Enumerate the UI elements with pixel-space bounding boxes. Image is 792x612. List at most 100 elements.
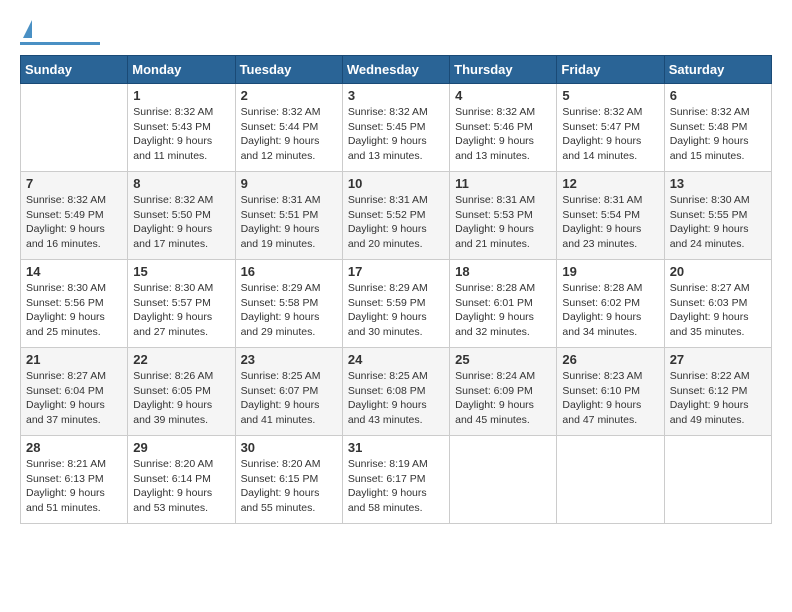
calendar-cell: 23 Sunrise: 8:25 AMSunset: 6:07 PMDayligh… [235,348,342,436]
day-number: 5 [562,88,658,103]
logo-underline [20,42,100,45]
day-number: 9 [241,176,337,191]
day-number: 8 [133,176,229,191]
day-number: 10 [348,176,444,191]
calendar-cell: 26 Sunrise: 8:23 AMSunset: 6:10 PMDayligh… [557,348,664,436]
calendar-cell: 9 Sunrise: 8:31 AMSunset: 5:51 PMDaylight… [235,172,342,260]
cell-info: Sunrise: 8:28 AMSunset: 6:01 PMDaylight:… [455,281,551,340]
calendar-cell [557,436,664,524]
calendar-week-row: 28 Sunrise: 8:21 AMSunset: 6:13 PMDayligh… [21,436,772,524]
day-number: 3 [348,88,444,103]
calendar-cell: 18 Sunrise: 8:28 AMSunset: 6:01 PMDayligh… [450,260,557,348]
day-number: 22 [133,352,229,367]
day-number: 14 [26,264,122,279]
cell-info: Sunrise: 8:25 AMSunset: 6:07 PMDaylight:… [241,369,337,428]
calendar-cell [450,436,557,524]
weekday-header-wednesday: Wednesday [342,56,449,84]
cell-info: Sunrise: 8:25 AMSunset: 6:08 PMDaylight:… [348,369,444,428]
cell-info: Sunrise: 8:31 AMSunset: 5:53 PMDaylight:… [455,193,551,252]
calendar-table: SundayMondayTuesdayWednesdayThursdayFrid… [20,55,772,524]
calendar-header-row: SundayMondayTuesdayWednesdayThursdayFrid… [21,56,772,84]
day-number: 6 [670,88,766,103]
calendar-cell: 27Sunrise: 8:22 AMSunset: 6:12 PMDayligh… [664,348,771,436]
day-number: 18 [455,264,551,279]
day-number: 11 [455,176,551,191]
calendar-week-row: 21Sunrise: 8:27 AMSunset: 6:04 PMDayligh… [21,348,772,436]
day-number: 21 [26,352,122,367]
cell-info: Sunrise: 8:32 AMSunset: 5:44 PMDaylight:… [241,105,337,164]
weekday-header-saturday: Saturday [664,56,771,84]
calendar-cell: 3 Sunrise: 8:32 AMSunset: 5:45 PMDaylight… [342,84,449,172]
calendar-cell: 10 Sunrise: 8:31 AMSunset: 5:52 PMDayligh… [342,172,449,260]
calendar-cell: 29 Sunrise: 8:20 AMSunset: 6:14 PMDayligh… [128,436,235,524]
cell-info: Sunrise: 8:29 AMSunset: 5:58 PMDaylight:… [241,281,337,340]
day-number: 23 [241,352,337,367]
calendar-cell [664,436,771,524]
day-number: 20 [670,264,766,279]
cell-info: Sunrise: 8:32 AMSunset: 5:45 PMDaylight:… [348,105,444,164]
cell-info: Sunrise: 8:31 AMSunset: 5:51 PMDaylight:… [241,193,337,252]
day-number: 28 [26,440,122,455]
cell-info: Sunrise: 8:28 AMSunset: 6:02 PMDaylight:… [562,281,658,340]
cell-info: Sunrise: 8:30 AMSunset: 5:56 PMDaylight:… [26,281,122,340]
cell-info: Sunrise: 8:27 AMSunset: 6:03 PMDaylight:… [670,281,766,340]
day-number: 16 [241,264,337,279]
calendar-cell: 20 Sunrise: 8:27 AMSunset: 6:03 PMDayligh… [664,260,771,348]
weekday-header-tuesday: Tuesday [235,56,342,84]
weekday-header-sunday: Sunday [21,56,128,84]
page-header [20,20,772,45]
day-number: 26 [562,352,658,367]
logo-triangle-icon [23,20,32,38]
cell-info: Sunrise: 8:21 AMSunset: 6:13 PMDaylight:… [26,457,122,516]
calendar-cell [21,84,128,172]
calendar-cell: 21Sunrise: 8:27 AMSunset: 6:04 PMDayligh… [21,348,128,436]
cell-info: Sunrise: 8:32 AMSunset: 5:49 PMDaylight:… [26,193,122,252]
calendar-cell: 12Sunrise: 8:31 AMSunset: 5:54 PMDayligh… [557,172,664,260]
calendar-cell: 30 Sunrise: 8:20 AMSunset: 6:15 PMDayligh… [235,436,342,524]
day-number: 30 [241,440,337,455]
calendar-cell: 2 Sunrise: 8:32 AMSunset: 5:44 PMDaylight… [235,84,342,172]
cell-info: Sunrise: 8:30 AMSunset: 5:55 PMDaylight:… [670,193,766,252]
day-number: 17 [348,264,444,279]
weekday-header-thursday: Thursday [450,56,557,84]
calendar-cell: 24 Sunrise: 8:25 AMSunset: 6:08 PMDayligh… [342,348,449,436]
day-number: 19 [562,264,658,279]
day-number: 2 [241,88,337,103]
day-number: 15 [133,264,229,279]
calendar-cell: 15Sunrise: 8:30 AMSunset: 5:57 PMDayligh… [128,260,235,348]
calendar-week-row: 14 Sunrise: 8:30 AMSunset: 5:56 PMDayligh… [21,260,772,348]
cell-info: Sunrise: 8:32 AMSunset: 5:46 PMDaylight:… [455,105,551,164]
weekday-header-friday: Friday [557,56,664,84]
day-number: 1 [133,88,229,103]
calendar-cell: 11 Sunrise: 8:31 AMSunset: 5:53 PMDayligh… [450,172,557,260]
calendar-cell: 25 Sunrise: 8:24 AMSunset: 6:09 PMDayligh… [450,348,557,436]
cell-info: Sunrise: 8:23 AMSunset: 6:10 PMDaylight:… [562,369,658,428]
day-number: 31 [348,440,444,455]
calendar-cell: 17 Sunrise: 8:29 AMSunset: 5:59 PMDayligh… [342,260,449,348]
calendar-cell: 5 Sunrise: 8:32 AMSunset: 5:47 PMDaylight… [557,84,664,172]
cell-info: Sunrise: 8:32 AMSunset: 5:47 PMDaylight:… [562,105,658,164]
cell-info: Sunrise: 8:24 AMSunset: 6:09 PMDaylight:… [455,369,551,428]
day-number: 29 [133,440,229,455]
calendar-cell: 7 Sunrise: 8:32 AMSunset: 5:49 PMDaylight… [21,172,128,260]
day-number: 25 [455,352,551,367]
calendar-cell: 19 Sunrise: 8:28 AMSunset: 6:02 PMDayligh… [557,260,664,348]
day-number: 24 [348,352,444,367]
calendar-cell: 8Sunrise: 8:32 AMSunset: 5:50 PMDaylight… [128,172,235,260]
logo [20,20,100,45]
weekday-header-monday: Monday [128,56,235,84]
calendar-cell: 13Sunrise: 8:30 AMSunset: 5:55 PMDayligh… [664,172,771,260]
cell-info: Sunrise: 8:32 AMSunset: 5:43 PMDaylight:… [133,105,229,164]
day-number: 27 [670,352,766,367]
calendar-week-row: 1 Sunrise: 8:32 AMSunset: 5:43 PMDaylight… [21,84,772,172]
cell-info: Sunrise: 8:29 AMSunset: 5:59 PMDaylight:… [348,281,444,340]
calendar-cell: 14 Sunrise: 8:30 AMSunset: 5:56 PMDayligh… [21,260,128,348]
calendar-cell: 22Sunrise: 8:26 AMSunset: 6:05 PMDayligh… [128,348,235,436]
cell-info: Sunrise: 8:20 AMSunset: 6:14 PMDaylight:… [133,457,229,516]
calendar-cell: 4Sunrise: 8:32 AMSunset: 5:46 PMDaylight… [450,84,557,172]
cell-info: Sunrise: 8:20 AMSunset: 6:15 PMDaylight:… [241,457,337,516]
day-number: 7 [26,176,122,191]
cell-info: Sunrise: 8:31 AMSunset: 5:52 PMDaylight:… [348,193,444,252]
day-number: 12 [562,176,658,191]
calendar-week-row: 7 Sunrise: 8:32 AMSunset: 5:49 PMDaylight… [21,172,772,260]
